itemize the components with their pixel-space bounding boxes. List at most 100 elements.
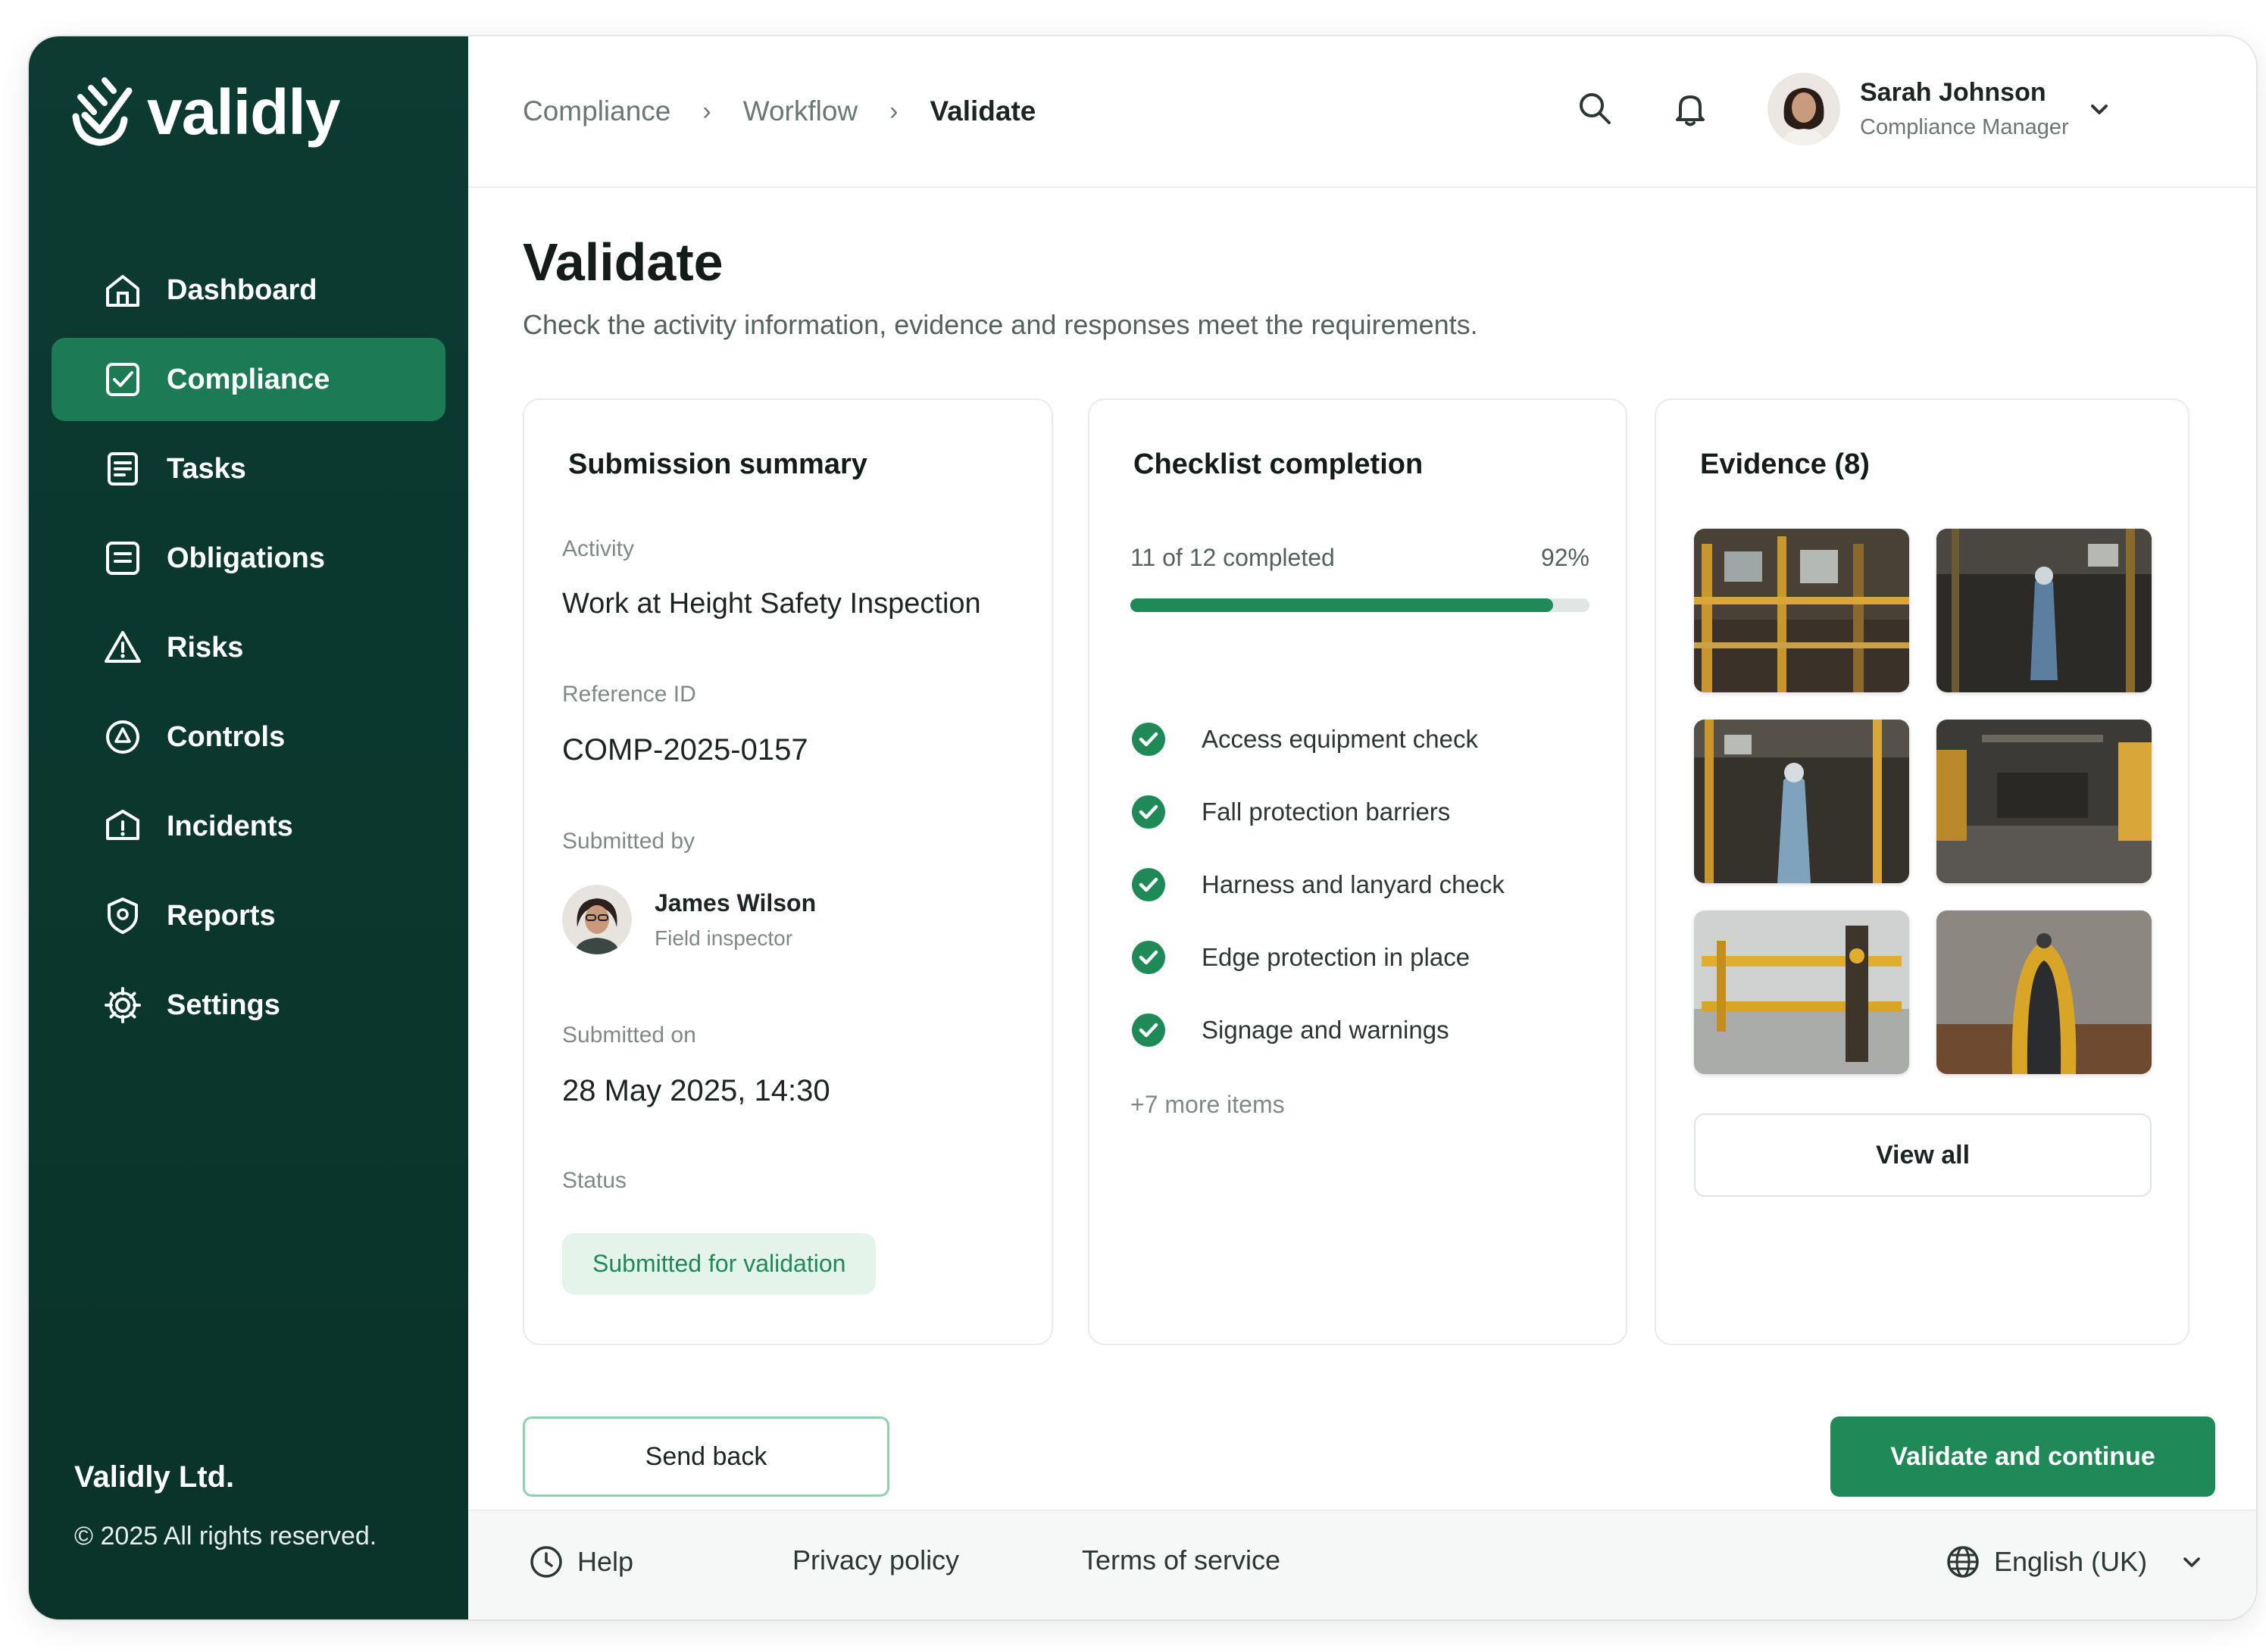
progress-bar <box>1130 598 1589 612</box>
reference-value: COMP-2025-0157 <box>562 733 808 767</box>
sidebar-item-controls[interactable]: Controls <box>52 695 445 779</box>
home-icon <box>102 269 144 311</box>
card-title: Submission summary <box>568 448 867 480</box>
sidebar-item-label: Dashboard <box>167 273 317 306</box>
main-content: Validate Check the activity information,… <box>468 188 2256 1510</box>
sidebar-item-reports[interactable]: Reports <box>52 874 445 957</box>
breadcrumb-compliance[interactable]: Compliance <box>523 95 670 127</box>
evidence-thumbnail[interactable] <box>1694 529 1909 692</box>
gear-icon <box>102 984 144 1026</box>
footer: Help Privacy policy Terms of service Eng… <box>468 1510 2256 1619</box>
evidence-thumbnail[interactable] <box>1694 910 1909 1074</box>
validly-logo-icon <box>72 77 133 146</box>
send-back-button[interactable]: Send back <box>523 1416 889 1497</box>
checklist-item-label: Harness and lanyard check <box>1202 870 1505 898</box>
sidebar-item-obligations[interactable]: Obligations <box>52 517 445 600</box>
page-subtitle: Check the activity information, evidence… <box>523 309 1478 340</box>
list-item: Signage and warnings <box>1130 994 1505 1066</box>
sidebar-nav: Dashboard Compliance Tasks Obligations R… <box>52 248 445 1053</box>
obligations-icon <box>102 537 144 579</box>
logo[interactable]: validly <box>65 74 340 150</box>
list-item: Fall protection barriers <box>1130 776 1505 848</box>
sidebar-item-risks[interactable]: Risks <box>52 606 445 689</box>
company-name: Validly Ltd. <box>74 1460 235 1494</box>
checklist-card: Checklist completion 11 of 12 completed … <box>1088 398 1627 1345</box>
brand-name: validly <box>147 76 340 148</box>
chevron-down-icon <box>2183 1557 2200 1567</box>
tasks-icon <box>102 448 144 490</box>
controls-icon <box>102 716 144 758</box>
submitted-by-label: Submitted by <box>562 829 695 854</box>
sidebar-item-compliance[interactable]: Compliance <box>52 338 445 421</box>
chevron-right-icon: › <box>702 96 711 126</box>
user-name: Sarah Johnson <box>1860 78 2046 107</box>
activity-label: Activity <box>562 536 635 561</box>
status-label: Status <box>562 1168 627 1193</box>
breadcrumb: Compliance › Workflow › Validate <box>523 95 1036 127</box>
checklist-item-label: Edge protection in place <box>1202 943 1471 971</box>
submitter-role: Field inspector <box>655 926 793 950</box>
reports-icon <box>102 895 144 937</box>
privacy-policy-link[interactable]: Privacy policy <box>792 1544 959 1576</box>
chevron-right-icon: › <box>889 96 899 126</box>
check-circle-icon <box>1132 941 1165 974</box>
help-link[interactable]: Help <box>529 1544 633 1579</box>
submitter: James Wilson Field inspector <box>562 885 816 954</box>
user-role: Compliance Manager <box>1860 115 2069 139</box>
submitter-name: James Wilson <box>655 888 817 917</box>
avatar <box>562 885 632 954</box>
sidebar-item-label: Compliance <box>167 363 330 395</box>
list-item: Edge protection in place <box>1130 921 1505 994</box>
avatar <box>1767 73 1840 145</box>
language-label: English (UK) <box>1994 1546 2148 1577</box>
card-title: Checklist completion <box>1133 448 1424 480</box>
incident-icon <box>102 805 144 848</box>
progress-fill <box>1130 598 1553 612</box>
sidebar-item-label: Reports <box>167 899 276 932</box>
evidence-thumbnail[interactable] <box>1936 720 2152 883</box>
breadcrumb-workflow[interactable]: Workflow <box>743 95 858 127</box>
help-label: Help <box>577 1546 634 1577</box>
more-items-link[interactable]: +7 more items <box>1130 1091 1285 1119</box>
check-circle-icon <box>1132 795 1165 829</box>
check-circle-icon <box>1132 1013 1165 1047</box>
page-title: Validate <box>523 233 724 292</box>
search-icon[interactable] <box>1574 88 1615 129</box>
copyright: © 2025 All rights reserved. <box>74 1522 377 1551</box>
bell-icon[interactable] <box>1670 88 1711 129</box>
sidebar-item-label: Incidents <box>167 810 293 842</box>
check-circle-icon <box>1132 723 1165 756</box>
submitter-info: James Wilson Field inspector <box>655 889 816 951</box>
evidence-thumbnail[interactable] <box>1936 910 2152 1074</box>
checklist: Access equipment check Fall protection b… <box>1130 703 1505 1066</box>
sidebar: validly Dashboard Compliance Tasks Oblig… <box>29 36 468 1619</box>
sidebar-item-tasks[interactable]: Tasks <box>52 427 445 511</box>
sidebar-item-label: Obligations <box>167 542 325 574</box>
view-all-button[interactable]: View all <box>1694 1113 2152 1197</box>
check-circle-icon <box>1132 868 1165 901</box>
checklist-item-label: Signage and warnings <box>1202 1016 1449 1044</box>
sidebar-item-dashboard[interactable]: Dashboard <box>52 248 445 332</box>
reference-label: Reference ID <box>562 682 696 707</box>
user-menu[interactable]: Sarah Johnson Compliance Manager <box>1767 73 2113 145</box>
submission-summary-card: Submission summary Activity Work at Heig… <box>523 398 1053 1345</box>
status-badge: Submitted for validation <box>562 1233 877 1294</box>
evidence-thumbnail[interactable] <box>1936 529 2152 692</box>
chevron-down-icon <box>2090 105 2108 114</box>
app-window: validly Dashboard Compliance Tasks Oblig… <box>29 36 2256 1619</box>
globe-icon <box>1947 1546 1979 1578</box>
evidence-thumbnail[interactable] <box>1694 720 1909 883</box>
progress-text: 11 of 12 completed <box>1130 544 1335 571</box>
sidebar-item-label: Settings <box>167 988 280 1021</box>
language-selector[interactable]: English (UK) <box>1946 1544 2205 1579</box>
activity-value: Work at Height Safety Inspection <box>562 588 981 620</box>
submitted-on-label: Submitted on <box>562 1023 696 1048</box>
submitted-on-value: 28 May 2025, 14:30 <box>562 1074 830 1107</box>
validate-and-continue-button[interactable]: Validate and continue <box>1830 1416 2215 1497</box>
compliance-icon <box>102 358 144 401</box>
sidebar-item-settings[interactable]: Settings <box>52 963 445 1047</box>
list-item: Harness and lanyard check <box>1130 848 1505 921</box>
sidebar-item-incidents[interactable]: Incidents <box>52 785 445 868</box>
clock-icon <box>530 1546 562 1578</box>
terms-of-service-link[interactable]: Terms of service <box>1082 1544 1280 1576</box>
